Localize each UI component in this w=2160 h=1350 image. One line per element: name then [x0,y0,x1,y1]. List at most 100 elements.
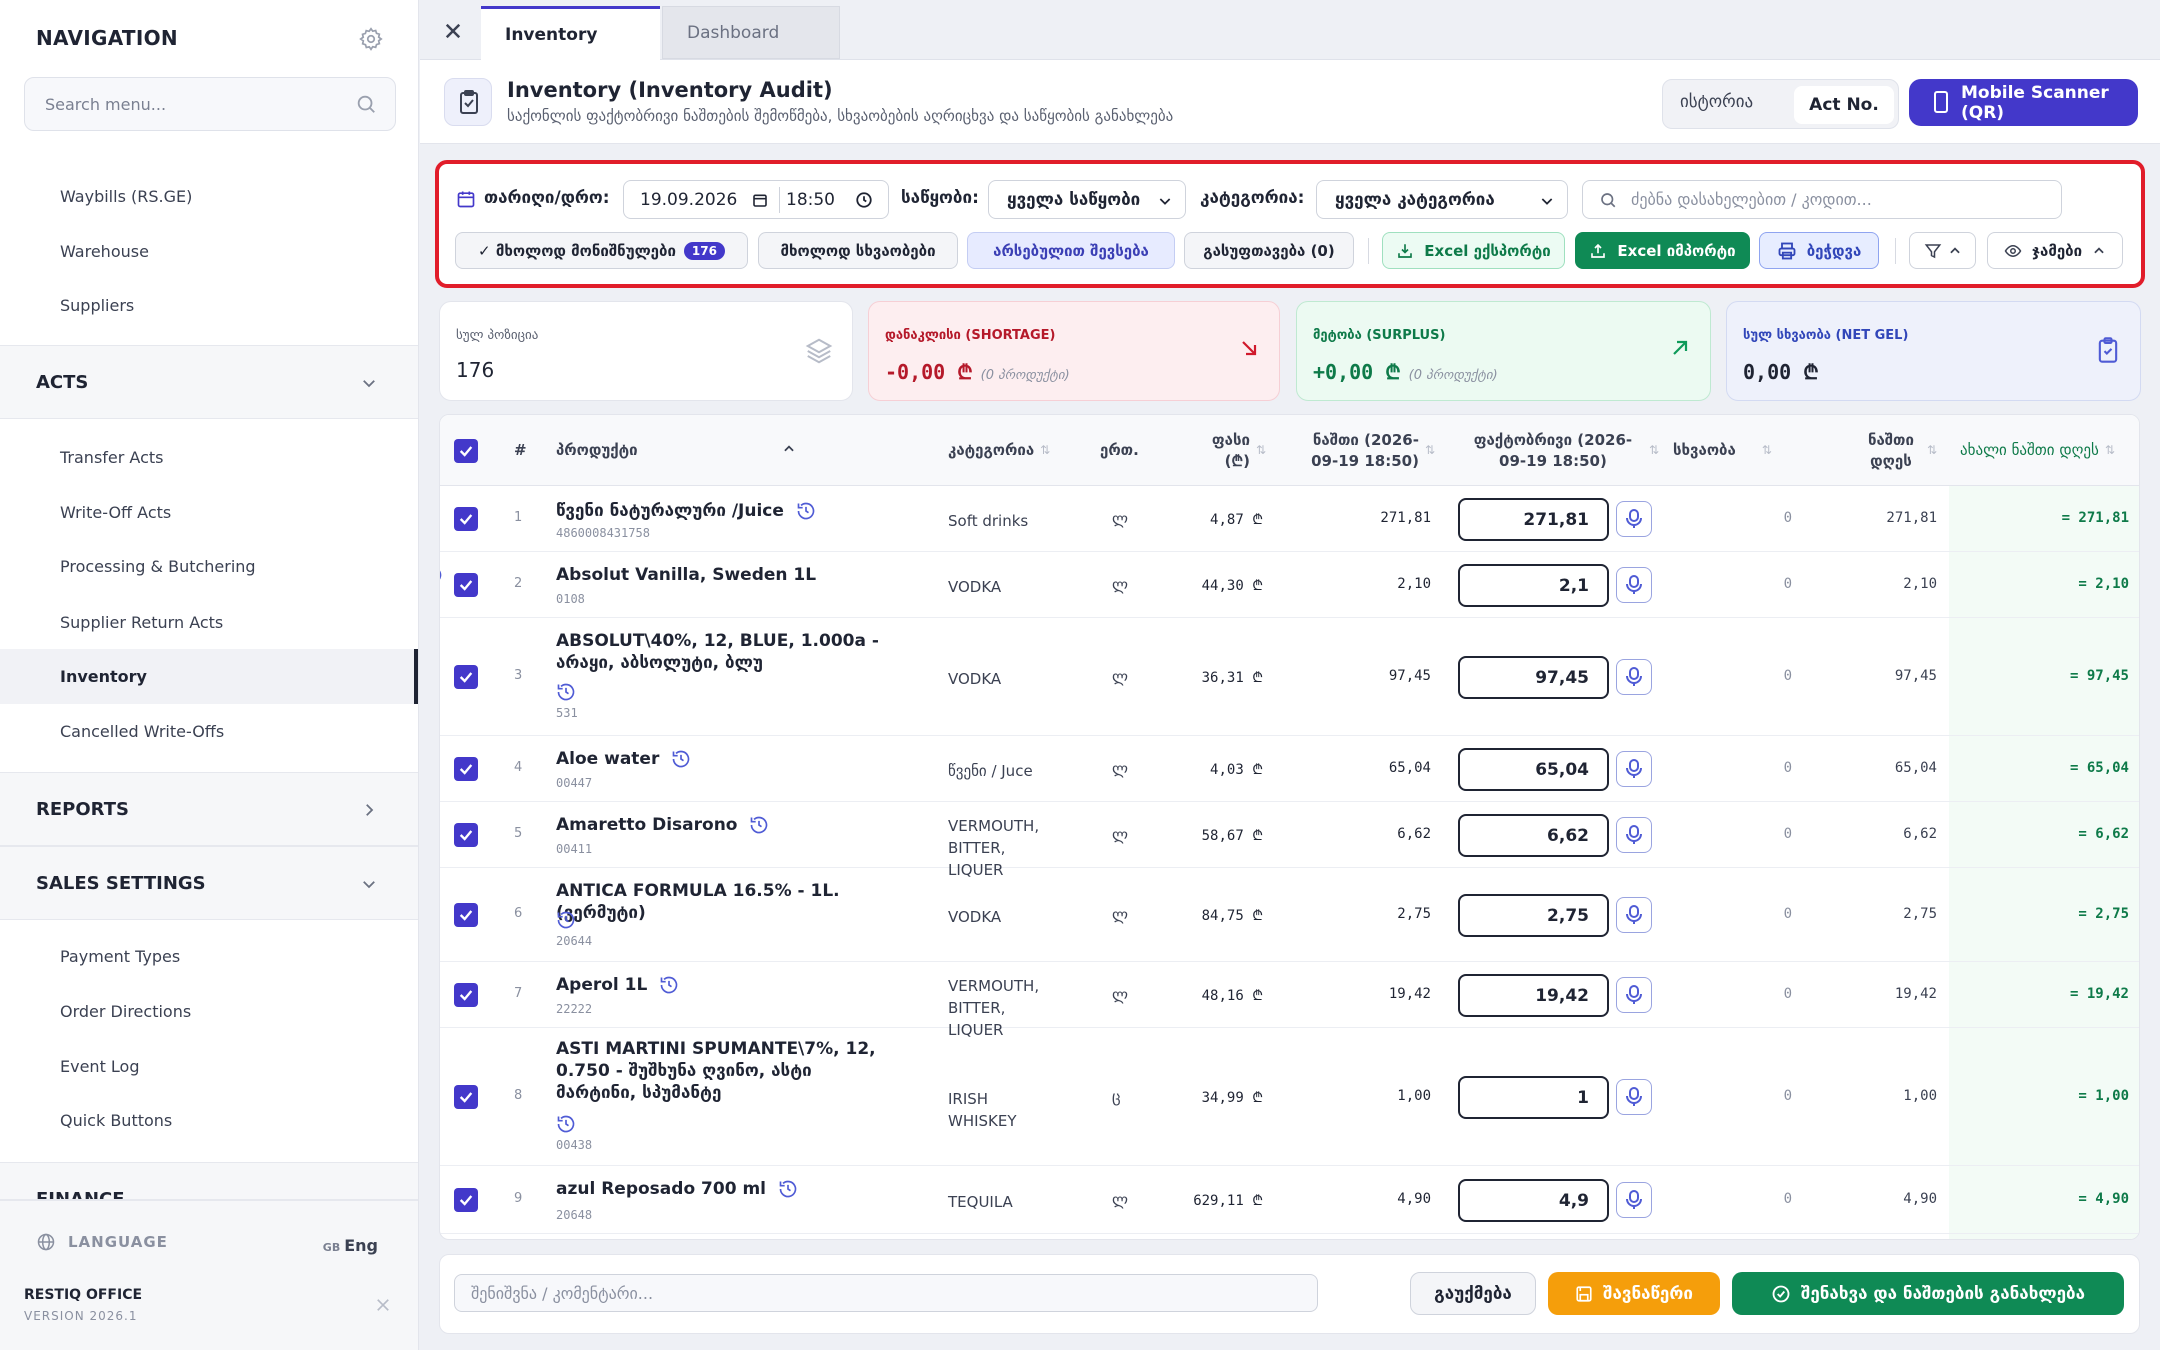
col-header-price[interactable]: ფასი (₾) ⇅ [1166,415,1266,486]
sidebar-item-cancelled-write-offs[interactable]: Cancelled Write-Offs [0,704,418,759]
history-icon[interactable] [778,1179,798,1199]
excel-import-button[interactable]: Excel იმპორტი [1575,232,1750,269]
new-balance: = 271,81 [2061,510,2129,526]
sidebar-item-warehouse[interactable]: Warehouse [0,224,418,279]
product-balance: 271,81 [1380,510,1431,526]
act-no-toggle[interactable]: Act No. [1794,86,1894,124]
sidebar-item-processing[interactable]: Processing & Butchering [0,539,418,594]
history-icon[interactable] [659,975,679,995]
product-unit: ლ [1112,986,1128,1004]
sidebar-section-sales-settings[interactable]: SALES SETTINGS [0,846,418,920]
microphone-icon[interactable] [1616,977,1652,1013]
draft-button[interactable]: შავნაწერი [1548,1272,1720,1315]
gear-icon[interactable] [358,26,384,52]
product-search-input[interactable]: ძებნა დასახელებით / კოდით... [1582,180,2062,219]
sidebar-item-supplier-return[interactable]: Supplier Return Acts [0,595,418,650]
row-checkbox[interactable] [454,757,478,781]
actual-qty-input[interactable]: 4,9 [1458,1179,1609,1222]
row-checkbox[interactable] [454,823,478,847]
microphone-icon[interactable] [1616,817,1652,853]
history-icon[interactable] [556,910,576,930]
col-header-balance[interactable]: ნაშთი (2026-09-19 18:50) ⇅ [1283,415,1435,486]
fill-actual-chip[interactable]: არსებულით შევსება [967,232,1175,269]
date-input[interactable]: 19.09.2026 18:50 [623,180,889,219]
mobile-scanner-button[interactable]: Mobile Scanner (QR) [1909,79,2138,126]
sidebar-section-finance[interactable]: FINANCE [0,1162,418,1200]
row-checkbox[interactable] [454,573,478,597]
actual-qty-input[interactable]: 19,42 [1458,974,1609,1017]
sidebar-item-write-off-acts[interactable]: Write-Off Acts [0,485,418,540]
select-all-checkbox[interactable] [454,439,478,463]
row-checkbox[interactable] [454,1188,478,1212]
clear-chip[interactable]: გასუფთავება (0) [1184,232,1354,269]
actual-qty-input[interactable]: 97,45 [1458,656,1609,699]
only-differences-chip[interactable]: მხოლოდ სხვაობები [758,232,958,269]
sidebar-item-inventory[interactable]: Inventory [0,649,418,704]
close-icon[interactable] [374,1296,392,1314]
row-checkbox[interactable] [454,507,478,531]
history-toggle[interactable]: ისტორია [1680,92,1753,112]
history-icon[interactable] [749,815,769,835]
sidebar-item-payment-types[interactable]: Payment Types [0,929,418,984]
col-header-new-balance[interactable]: ახალი ნაშთი დღეს ⇅ [1960,415,2132,486]
sidebar-item-transfer-acts[interactable]: Transfer Acts [0,430,418,485]
row-checkbox[interactable] [454,903,478,927]
row-checkbox[interactable] [454,1085,478,1109]
sidebar-item-waybills[interactable]: Waybills (RS.GE) [0,169,418,224]
col-header-diff[interactable]: სხვაობა ⇅ [1673,415,1795,486]
microphone-icon[interactable] [1616,751,1652,787]
actual-qty-input[interactable]: 6,62 [1458,814,1609,857]
history-icon[interactable] [671,749,691,769]
col-header-balance-today[interactable]: ნაშთი დღეს ⇅ [1840,415,1937,486]
sidebar-section-acts[interactable]: ACTS [0,345,418,419]
sidebar-section-reports[interactable]: REPORTS [0,772,418,846]
sidebar-item-event-log[interactable]: Event Log [0,1039,418,1094]
microphone-icon[interactable] [1616,659,1652,695]
only-selected-chip[interactable]: ✓ მხოლოდ მონიშნულები 176 [455,232,748,269]
history-icon[interactable] [556,682,576,702]
warehouse-select[interactable]: ყველა საწყობი [988,180,1186,219]
history-icon[interactable] [796,501,816,521]
print-button[interactable]: ბეჭდვა [1759,232,1879,269]
actual-qty-input[interactable]: 2,75 [1458,894,1609,937]
col-header-category[interactable]: კატეგორია ⇅ [948,415,1058,486]
sidebar-item-order-directions[interactable]: Order Directions [0,984,418,1039]
close-tab-icon[interactable] [438,16,468,46]
microphone-icon[interactable] [1616,1182,1652,1218]
sidebar-item-quick-buttons[interactable]: Quick Buttons [0,1093,418,1148]
language-selector[interactable]: GB Eng [323,1236,378,1255]
history-icon[interactable] [440,565,443,585]
time-value[interactable]: 18:50 [786,190,835,210]
save-and-update-button[interactable]: შენახვა და ნაშთების განახლება [1732,1272,2124,1315]
row-checkbox[interactable] [454,665,478,689]
col-header-product[interactable]: პროდუქტი [556,415,796,486]
row-checkbox[interactable] [454,983,478,1007]
history-icon[interactable] [556,1114,576,1134]
microphone-icon[interactable] [1616,501,1652,537]
filter-toggle-button[interactable] [1909,232,1976,269]
language-label: LANGUAGE [36,1232,168,1252]
microphone-icon[interactable] [1616,897,1652,933]
clock-icon[interactable] [855,191,873,209]
category-select[interactable]: ყველა კატეგორია [1316,180,1568,219]
stat-card-shortage: დანაკლისი (SHORTAGE) -0,00 ₾ (0 პროდუქტი) [868,301,1280,401]
excel-export-button[interactable]: Excel ექსპორტი [1382,232,1565,269]
sort-icon: ⇅ [1648,443,1659,457]
tab-inventory[interactable]: Inventory [481,6,660,61]
actual-qty-input[interactable]: 2,1 [1458,564,1609,607]
sidebar-search-input[interactable]: Search menu... [24,77,396,131]
stat-label: დანაკლისი (SHORTAGE) [885,328,1056,343]
microphone-icon[interactable] [1616,1079,1652,1115]
actual-qty-input[interactable]: 1 [1458,1076,1609,1119]
totals-toggle-button[interactable]: ჯამები [1987,232,2123,269]
tab-dashboard[interactable]: Dashboard [662,6,840,59]
actual-qty-input[interactable]: 65,04 [1458,748,1609,791]
calendar-picker-icon[interactable] [752,192,768,208]
actual-qty-input[interactable]: 271,81 [1458,498,1609,541]
cancel-button[interactable]: გაუქმება [1410,1272,1536,1315]
microphone-icon[interactable] [1616,567,1652,603]
col-header-unit[interactable]: ერთ. [1100,415,1139,486]
sidebar-item-suppliers[interactable]: Suppliers [0,278,418,333]
comment-input[interactable]: შენიშვნა / კომენტარი... [454,1274,1318,1312]
col-header-actual[interactable]: ფაქტობრივი (2026-09-19 18:50) ⇅ [1453,415,1659,486]
